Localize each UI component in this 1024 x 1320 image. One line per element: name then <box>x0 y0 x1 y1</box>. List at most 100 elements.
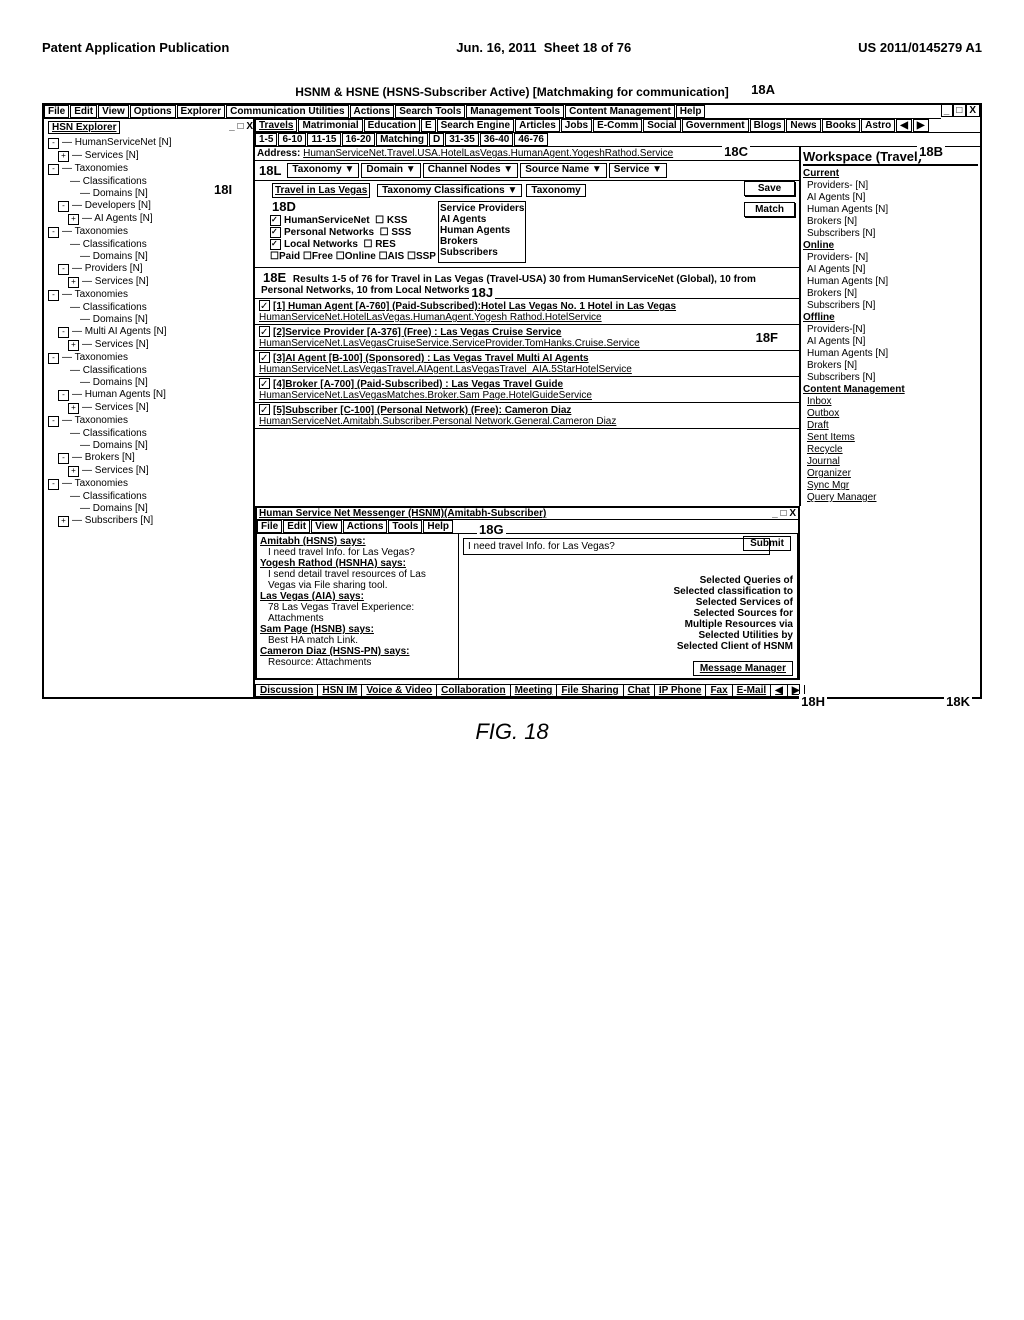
tree-node[interactable]: -— Human Agents [N]+— Services [N] <box>58 389 253 414</box>
list-item[interactable]: Human Agents <box>440 225 525 236</box>
menu-item[interactable]: View <box>98 105 129 118</box>
tab-item[interactable]: ▶ <box>913 119 929 132</box>
bottom-tab[interactable]: Discussion <box>256 685 318 696</box>
pager-bar[interactable]: 1-56-1011-1516-20MatchingD31-3536-4046-7… <box>255 133 980 147</box>
bottom-tab[interactable]: Chat <box>624 685 655 696</box>
workspace-link[interactable]: Query Manager <box>807 492 978 503</box>
result-item[interactable]: ✓[4]Broker [A-700] (Paid-Subscribed) : L… <box>255 377 799 403</box>
bottom-tab[interactable]: Meeting <box>511 685 558 696</box>
tab-item[interactable]: ◀ <box>896 119 912 132</box>
tree-node[interactable]: -— Taxonomies— Classifications— Domains … <box>48 226 253 288</box>
workspace-item[interactable]: Human Agents [N] <box>807 348 978 359</box>
pager-item[interactable]: 36-40 <box>480 133 514 146</box>
menu-item[interactable]: Actions <box>343 520 388 533</box>
menu-item[interactable]: Explorer <box>177 105 226 118</box>
selector-dropdown[interactable]: Channel Nodes ▼ <box>423 163 518 178</box>
workspace-link[interactable]: Recycle <box>807 444 978 455</box>
pager-item[interactable]: D <box>429 133 444 146</box>
workspace-item[interactable]: Human Agents [N] <box>807 276 978 287</box>
tree-node[interactable]: +— Services [N] <box>68 339 253 351</box>
tree-node[interactable]: -— Taxonomies— Classifications— Domains … <box>48 289 253 351</box>
workspace-item[interactable]: Providers- [N] <box>807 180 978 191</box>
tree-node[interactable]: -— Providers [N]+— Services [N] <box>58 263 253 288</box>
pager-item[interactable]: Matching <box>376 133 428 146</box>
save-button[interactable]: Save <box>744 181 795 196</box>
list-item[interactable]: Subscribers <box>440 247 525 258</box>
content-management[interactable]: Content Management <box>803 384 978 395</box>
workspace-link[interactable]: Outbox <box>807 408 978 419</box>
tab-item[interactable]: News <box>786 119 820 132</box>
address-bar[interactable]: Address: HumanServiceNet.Travel.USA.Hote… <box>255 147 799 161</box>
tab-item[interactable]: Government <box>682 119 749 132</box>
workspace-item[interactable]: Subscribers [N] <box>807 300 978 311</box>
tree-node[interactable]: +— AI Agents [N] <box>68 213 253 225</box>
workspace-item[interactable]: Brokers [N] <box>807 216 978 227</box>
workspace-item[interactable]: Subscribers [N] <box>807 228 978 239</box>
menu-item[interactable]: Management Tools <box>466 105 564 118</box>
provider-list[interactable]: Service ProvidersAI AgentsHuman AgentsBr… <box>438 201 527 263</box>
workspace-item[interactable]: Brokers [N] <box>807 360 978 371</box>
network-checkbox[interactable]: Local Networks ☐ RES <box>270 239 436 250</box>
tree-node[interactable]: -— Developers [N]+— AI Agents [N] <box>58 200 253 225</box>
tree-node[interactable]: — Classifications— Domains [N] <box>58 428 253 451</box>
tab-item[interactable]: Education <box>364 119 420 132</box>
workspace-links[interactable]: InboxOutboxDraftSent ItemsRecycleJournal… <box>803 396 978 503</box>
tree-node[interactable]: +— Services [N] <box>58 150 253 162</box>
tab-item[interactable]: Articles <box>515 119 560 132</box>
tab-item[interactable]: E-Comm <box>593 119 642 132</box>
selector-dropdown[interactable]: Domain ▼ <box>361 163 420 178</box>
workspace-item[interactable]: AI Agents [N] <box>807 336 978 347</box>
tree-node[interactable]: -— Multi AI Agents [N]+— Services [N] <box>58 326 253 351</box>
tree-node[interactable]: +— Services [N] <box>68 276 253 288</box>
pay-options[interactable]: ☐Paid ☐Free ☐Online ☐AIS ☐SSP <box>270 251 436 262</box>
workspace-item[interactable]: Subscribers [N] <box>807 372 978 383</box>
tab-item[interactable]: Books <box>822 119 861 132</box>
menu-item[interactable]: File <box>44 105 69 118</box>
network-checkbox[interactable]: Personal Networks ☐ SSS <box>270 227 436 238</box>
menubar[interactable]: FileEditViewOptionsExplorerCommunication… <box>44 105 941 119</box>
tree-node[interactable]: — Classifications— Domains [N] <box>58 365 253 388</box>
submit-button[interactable]: Submit <box>743 536 791 551</box>
workspace-item[interactable]: Providers-[N] <box>807 324 978 335</box>
tree-node[interactable]: — Domains [N] <box>68 440 253 451</box>
tree-node[interactable]: — Domains [N] <box>68 314 253 325</box>
tree-node[interactable]: — Domains [N] <box>68 251 253 262</box>
workspace-item[interactable]: AI Agents [N] <box>807 192 978 203</box>
menu-item[interactable]: Content Management <box>565 105 675 118</box>
selector-dropdown[interactable]: Service ▼ <box>609 163 667 178</box>
tab-item[interactable]: Search Engine <box>437 119 514 132</box>
tree-node[interactable]: -— HumanServiceNet [N]+— Services [N] <box>48 137 253 162</box>
workspace-item[interactable]: AI Agents [N] <box>807 264 978 275</box>
selector-dropdown[interactable]: Taxonomy ▼ <box>287 163 359 178</box>
tab-item[interactable]: Travels <box>255 119 297 132</box>
list-item[interactable]: AI Agents <box>440 214 525 225</box>
menu-item[interactable]: View <box>311 520 342 533</box>
tree-node[interactable]: +— Subscribers [N] <box>58 515 253 527</box>
messenger-menu[interactable]: FileEditViewActionsToolsHelp <box>257 520 798 534</box>
message-manager-button[interactable]: Message Manager <box>693 661 793 676</box>
result-item[interactable]: ✓[3]AI Agent [B-100] (Sponsored) : Las V… <box>255 351 799 377</box>
bottom-tab[interactable]: Voice & Video <box>362 685 437 696</box>
menu-item[interactable]: Help <box>423 520 453 533</box>
bottom-tab[interactable]: Collaboration <box>437 685 510 696</box>
workspace-item[interactable]: Providers- [N] <box>807 252 978 263</box>
menu-item[interactable]: Edit <box>283 520 310 533</box>
menu-item[interactable]: Actions <box>350 105 395 118</box>
pager-item[interactable]: 6-10 <box>278 133 306 146</box>
tab-item[interactable]: E <box>421 119 436 132</box>
selector-dropdown[interactable]: Taxonomy Classifications ▼ <box>377 184 522 197</box>
tree-node[interactable]: — Domains [N] <box>68 503 253 514</box>
pager-item[interactable]: 1-5 <box>255 133 277 146</box>
workspace-item[interactable]: Brokers [N] <box>807 288 978 299</box>
tab-item[interactable]: Matrimonial <box>298 119 362 132</box>
workspace-item[interactable]: Human Agents [N] <box>807 204 978 215</box>
list-item[interactable]: Service Providers <box>440 203 525 214</box>
menu-item[interactable]: Search Tools <box>395 105 465 118</box>
list-item[interactable]: Brokers <box>440 236 525 247</box>
workspace-link[interactable]: Sent Items <box>807 432 978 443</box>
workspace-link[interactable]: Draft <box>807 420 978 431</box>
tree-node[interactable]: -— Taxonomies— Classifications— Domains … <box>48 352 253 414</box>
messenger-bottom-tabs[interactable]: DiscussionHSN IMVoice & VideoCollaborati… <box>255 684 800 697</box>
network-checkbox[interactable]: HumanServiceNet ☐ KSS <box>270 215 436 226</box>
workspace-link[interactable]: Journal <box>807 456 978 467</box>
